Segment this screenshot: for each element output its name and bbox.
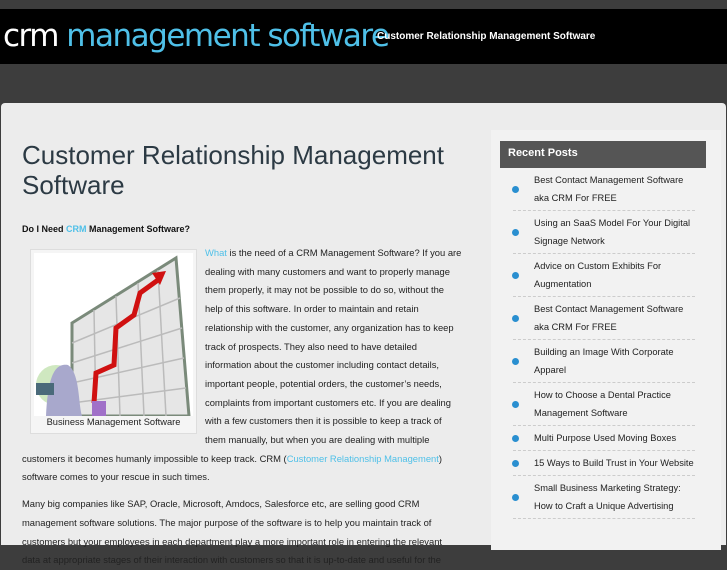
nav-band [0,64,727,103]
content-area: Customer Relationship Management Softwar… [1,103,726,565]
recent-post-item[interactable]: Best Contact Management Software aka CRM… [512,297,695,340]
recent-post-item[interactable]: Multi Purpose Used Moving Boxes [512,426,695,451]
recent-post-item[interactable]: Building an Image With Corporate Apparel [512,340,695,383]
recent-post-item[interactable]: Small Business Marketing Strategy: How t… [512,476,695,519]
figure: Business Management Software [30,249,197,434]
what-link[interactable]: What [205,247,227,258]
post-link[interactable]: Best Contact Management Software aka CRM… [534,175,683,203]
bullet-icon [512,358,519,365]
post-link[interactable]: 15 Ways to Build Trust in Your Website [534,458,694,468]
logo-rest: management software [57,18,390,54]
bullet-icon [512,435,519,442]
recent-posts-list: Best Contact Management Software aka CRM… [512,168,695,519]
bullet-icon [512,186,519,193]
bullet-icon [512,315,519,322]
post-link[interactable]: Best Contact Management Software aka CRM… [534,304,683,332]
section-heading: Do I Need CRM Management Software? [22,224,462,234]
paragraph-2: Many big companies like SAP, Oracle, Mic… [22,498,443,566]
site-header: crm management software Customer Relatio… [0,9,727,64]
post-link[interactable]: Using an SaaS Model For Your Digital Sig… [534,218,690,246]
crm-link[interactable]: CRM [66,224,87,234]
recent-post-item[interactable]: Best Contact Management Software aka CRM… [512,168,695,211]
bullet-icon [512,460,519,467]
sidebar: Recent Posts Best Contact Management Sof… [491,130,721,550]
site-tagline: Customer Relationship Management Softwar… [377,31,596,42]
bullet-icon [512,272,519,279]
site-logo[interactable]: crm management software [3,17,390,55]
bullet-icon [512,401,519,408]
page-title: Customer Relationship Management Softwar… [22,140,444,200]
bullet-icon [512,229,519,236]
recent-post-item[interactable]: Advice on Custom Exhibits For Augmentati… [512,254,695,297]
recent-post-item[interactable]: 15 Ways to Build Trust in Your Website [512,451,695,476]
subhead-text-end: Management Software? [86,224,191,234]
bullet-icon [512,494,519,501]
post-link[interactable]: Advice on Custom Exhibits For Augmentati… [534,261,661,289]
recent-posts-heading: Recent Posts [500,141,706,168]
crm-full-link[interactable]: Customer Relationship Management [287,453,439,464]
main-column: Customer Relationship Management Softwar… [22,140,462,570]
recent-post-item[interactable]: How to Choose a Dental Practice Manageme… [512,383,695,426]
recent-post-item[interactable]: Using an SaaS Model For Your Digital Sig… [512,211,695,254]
figure-caption: Business Management Software [46,417,181,427]
post-link[interactable]: Small Business Marketing Strategy: How t… [534,483,681,511]
post-link[interactable]: Multi Purpose Used Moving Boxes [534,433,676,443]
business-chart-image [34,253,193,416]
post-link[interactable]: Building an Image With Corporate Apparel [534,347,674,375]
logo-crm: crm [3,18,59,54]
subhead-text: Do I Need [22,224,67,234]
top-bar [0,0,727,9]
post-link[interactable]: How to Choose a Dental Practice Manageme… [534,390,671,418]
